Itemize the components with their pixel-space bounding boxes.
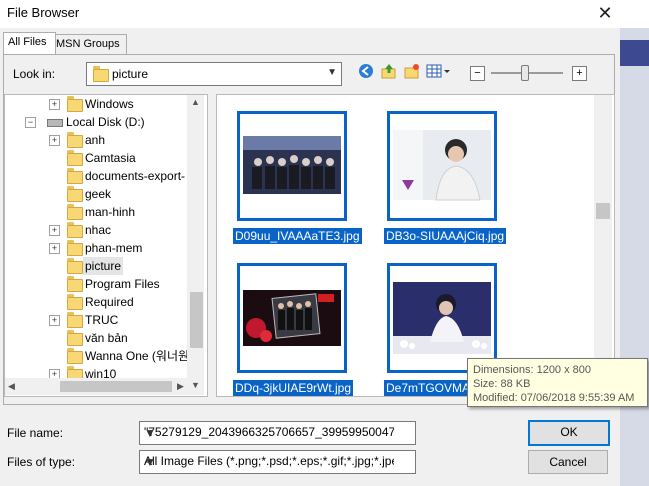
tree-item-van-ban[interactable]: văn bản: [5, 329, 191, 347]
background-window: [620, 28, 649, 486]
close-icon[interactable]: ✕: [594, 3, 616, 23]
expand-icon[interactable]: +: [49, 135, 60, 146]
thumbnail-vertical-scroll-thumb[interactable]: [596, 203, 610, 219]
tab-all-files[interactable]: All Files: [3, 32, 56, 54]
folder-icon: [67, 204, 83, 220]
new-folder-icon[interactable]: [403, 63, 421, 81]
look-in-value: picture: [112, 67, 149, 81]
tree-item-nhac[interactable]: + nhac: [5, 221, 191, 239]
drive-icon: [47, 119, 63, 127]
folder-icon: [67, 96, 83, 112]
tree-item-required[interactable]: Required: [5, 293, 191, 311]
collapse-icon[interactable]: −: [25, 117, 36, 128]
folder-icon: [67, 222, 83, 238]
file-thumbnail-4[interactable]: [387, 263, 497, 373]
tree-item-label: Local Disk (D:): [66, 115, 145, 129]
folder-tree: + Windows − Local Disk (D:) + anh Camtas…: [4, 94, 208, 397]
folder-icon: [67, 240, 83, 256]
folder-icon: [67, 150, 83, 166]
tree-item-label: geek: [85, 187, 112, 201]
photo-thumbnail: [240, 266, 344, 370]
tree-item-anh[interactable]: + anh: [5, 131, 191, 149]
expand-icon[interactable]: +: [49, 243, 60, 254]
tooltip-dimensions: Dimensions: 1200 x 800: [473, 364, 592, 376]
tree-item-picture[interactable]: picture: [5, 257, 191, 275]
file-info-tooltip: Dimensions: 1200 x 800 Size: 88 KB Modif…: [467, 358, 648, 407]
title-bar: [0, 0, 649, 28]
tree-item-label: nhac: [85, 223, 112, 237]
chevron-down-icon[interactable]: ▼: [144, 455, 394, 469]
tab-msn-groups[interactable]: MSN Groups: [51, 34, 127, 54]
tree-item-label: TRUC: [85, 313, 119, 327]
tree-item-truc[interactable]: + TRUC: [5, 311, 191, 329]
tooltip-modified: Modified: 07/06/2018 9:55:39 AM: [473, 392, 635, 404]
tree-item-label: Camtasia: [85, 151, 136, 165]
up-folder-icon[interactable]: [380, 63, 398, 81]
zoom-out-button[interactable]: −: [470, 66, 485, 81]
tree-item-label: Program Files: [85, 277, 160, 291]
thumbnail-vertical-scrollbar[interactable]: [594, 95, 612, 395]
folder-icon: [67, 312, 83, 328]
folder-icon: [93, 66, 109, 82]
tree-item-label: anh: [85, 133, 106, 147]
chevron-down-icon[interactable]: ▼: [144, 426, 394, 440]
tree-vertical-scroll-thumb[interactable]: [190, 292, 203, 348]
folder-icon: [67, 294, 83, 310]
file-name-field-label: File name:: [7, 426, 64, 440]
folder-icon: [67, 330, 83, 346]
tooltip-size: Size: 88 KB: [473, 378, 531, 390]
tree-item-label: man-hinh: [85, 205, 136, 219]
tree-item-label: Wanna One (워너원: [85, 349, 190, 363]
chevron-down-icon: ▼: [327, 67, 337, 78]
back-icon[interactable]: [357, 63, 375, 81]
tree-horizontal-scroll-thumb[interactable]: [60, 381, 172, 392]
photo-thumbnail: [390, 266, 494, 370]
tree-item-label: phan-mem: [85, 241, 143, 255]
tree-item-label: văn bản: [85, 331, 128, 345]
expand-icon[interactable]: +: [49, 99, 60, 110]
view-menu-icon[interactable]: [426, 63, 452, 81]
look-in-label: Look in:: [13, 67, 56, 81]
thumbnail-view: D09uu_IVAAAaTE3.jpg DB3o-SIUAAAjCiq.jpg …: [216, 94, 615, 397]
expand-icon[interactable]: +: [49, 315, 60, 326]
folder-icon: [67, 276, 83, 292]
window-title: File Browser: [7, 5, 80, 20]
zoom-slider-thumb[interactable]: [521, 65, 529, 81]
tree-item-label: picture: [83, 257, 124, 275]
look-in-dropdown[interactable]: picture ▼: [86, 62, 342, 86]
tree-item-phan-mem[interactable]: + phan-mem: [5, 239, 191, 257]
tree-item-label: documents-export-: [85, 169, 186, 183]
tree-item-windows[interactable]: + Windows: [5, 95, 191, 113]
file-thumbnail-1[interactable]: [237, 111, 347, 221]
expand-icon[interactable]: +: [49, 225, 60, 236]
file-type-dropdown[interactable]: All Image Files (*.png;*.psd;*.eps;*.gif…: [139, 450, 416, 474]
file-name-label[interactable]: DDq-3jkUIAE9rWt.jpg: [233, 380, 354, 396]
tree-item-label: Required: [85, 295, 134, 309]
file-name-label[interactable]: D09uu_IVAAAaTE3.jpg: [233, 228, 362, 244]
tree-item-geek[interactable]: geek: [5, 185, 191, 203]
tree-item-documents-export[interactable]: documents-export-: [5, 167, 191, 185]
photo-thumbnail: [390, 114, 494, 218]
ok-button[interactable]: OK: [528, 420, 610, 446]
folder-icon: [67, 348, 83, 364]
cancel-button[interactable]: Cancel: [528, 450, 608, 474]
tree-item-local-disk-d[interactable]: − Local Disk (D:): [5, 113, 191, 131]
tree-item-man-hinh[interactable]: man-hinh: [5, 203, 191, 221]
photo-thumbnail: [240, 114, 344, 218]
tree-item-wanna-one[interactable]: Wanna One (워너원: [5, 347, 191, 365]
tree-vertical-scrollbar[interactable]: ▲ ▼: [187, 95, 204, 395]
folder-icon: [67, 186, 83, 202]
tree-item-program-files[interactable]: Program Files: [5, 275, 191, 293]
file-name-label[interactable]: DB3o-SIUAAAjCiq.jpg: [384, 228, 507, 244]
tree-item-label: Windows: [85, 97, 134, 111]
folder-icon: [67, 132, 83, 148]
file-thumbnail-3[interactable]: [237, 263, 347, 373]
file-thumbnail-2[interactable]: [387, 111, 497, 221]
folder-icon: [67, 168, 83, 184]
file-name-input[interactable]: "75279129_2043966325706657_3995995004777…: [139, 421, 416, 445]
file-type-label: Files of type:: [7, 455, 76, 469]
folder-icon: [67, 258, 83, 274]
tree-item-camtasia[interactable]: Camtasia: [5, 149, 191, 167]
zoom-in-button[interactable]: +: [572, 66, 587, 81]
